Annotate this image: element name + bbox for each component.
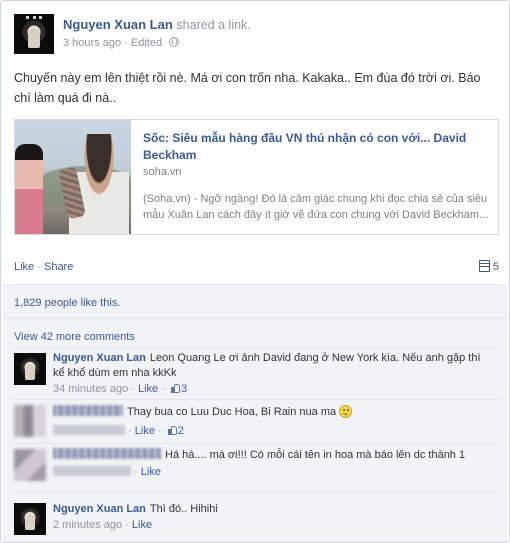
author-avatar[interactable] — [14, 14, 54, 54]
comment-text: Thay bua co Luu Duc Hoa, Bi Rain nua ma — [127, 406, 337, 418]
comment-author-link[interactable]: Nguyen Xuan Lan — [53, 352, 146, 364]
comment-body: Thay bua co Luu Duc Hoa, Bi Rain nua ma — [53, 405, 493, 420]
post-actions: Like · Share — [14, 261, 73, 273]
link-preview-description: (Soha.vn) - Ngỡ ngàng! Đó là cảm giác ch… — [143, 193, 489, 221]
comment-avatar[interactable] — [14, 353, 46, 385]
view-more-comments-link[interactable]: View 42 more comments — [14, 331, 135, 343]
link-preview-image[interactable] — [15, 120, 131, 234]
edited-label[interactable]: Edited — [131, 37, 162, 49]
blurred-comment-time — [53, 466, 131, 476]
comment-time[interactable]: 2 minutes ago — [53, 519, 122, 531]
blurred-author-name[interactable] — [53, 448, 161, 459]
post-meta: 3 hours ago · Edited — [63, 37, 180, 49]
comment-body: Nguyen Xuan Lan Leon Quang Le ơi ảnh Davi… — [53, 351, 493, 381]
comment-text: Há há.... má ơi!!! Có mỗi cái tên in hoa… — [165, 449, 466, 461]
post-card: Nguyen Xuan Lan shared a link. 3 hours a… — [0, 0, 510, 543]
blurred-author-name[interactable] — [53, 405, 123, 416]
link-preview-title[interactable]: Sốc: Siêu mẫu hàng đầu VN thú nhận có co… — [143, 130, 483, 164]
share-button[interactable]: Share — [44, 261, 73, 273]
comments-divider — [11, 443, 501, 444]
likes-summary-link[interactable]: 1,829 people like this. — [14, 297, 120, 309]
comment-like-button[interactable]: Like — [135, 425, 155, 437]
globe-icon[interactable] — [169, 37, 180, 47]
comment-count: 5 — [492, 261, 499, 273]
thumbs-up-icon — [167, 425, 178, 435]
comments-divider — [11, 399, 501, 400]
post-header: Nguyen Xuan Lan shared a link. — [63, 17, 251, 32]
comment-meta: · Like · 2 — [53, 425, 184, 437]
thumbs-up-icon — [170, 383, 181, 393]
link-preview-domain: soha.vn — [143, 166, 182, 178]
comment-like-button[interactable]: Like — [132, 519, 152, 531]
comment-avatar-blurred[interactable] — [14, 449, 46, 481]
comment-text: Thì đó.. Hihihi — [149, 503, 218, 515]
comments-divider — [11, 347, 501, 348]
comment-count-button[interactable]: 5 — [478, 260, 499, 273]
meta-separator: · — [124, 37, 128, 49]
comment-avatar[interactable] — [14, 503, 46, 535]
comment-avatar-blurred[interactable] — [14, 405, 46, 437]
comment-body: Há há.... má ơi!!! Có mỗi cái tên in hoa… — [53, 448, 493, 463]
comment-author-link[interactable]: Nguyen Xuan Lan — [53, 503, 146, 515]
comment-body: Nguyen Xuan Lan Thì đó.. Hihihi — [53, 502, 493, 517]
comments-divider — [11, 491, 501, 492]
author-name-link[interactable]: Nguyen Xuan Lan — [63, 17, 173, 32]
comment-meta: · Like — [53, 466, 161, 478]
comment-meta: 34 minutes ago · Like · 3 — [53, 383, 188, 395]
post-action-text: shared a link. — [176, 18, 251, 32]
post-status-text: Chuyến này em lên thiệt rồi nè. Má ơi co… — [14, 71, 481, 105]
like-button[interactable]: Like — [14, 261, 34, 273]
link-preview[interactable]: Sốc: Siêu mẫu hàng đầu VN thú nhận có co… — [14, 119, 499, 235]
blurred-comment-time — [53, 425, 125, 435]
comment-like-button[interactable]: Like — [141, 466, 161, 478]
actions-separator: · — [37, 261, 41, 273]
comment-like-count[interactable]: 3 — [181, 383, 187, 395]
smiley-icon — [339, 405, 353, 418]
comment-meta: 2 minutes ago · Like — [53, 519, 153, 531]
comment-like-count[interactable]: 2 — [178, 425, 184, 437]
post-timestamp[interactable]: 3 hours ago — [63, 37, 121, 49]
comment-icon — [478, 260, 490, 272]
comment-time[interactable]: 34 minutes ago — [53, 383, 128, 395]
comment-like-button[interactable]: Like — [138, 383, 158, 395]
